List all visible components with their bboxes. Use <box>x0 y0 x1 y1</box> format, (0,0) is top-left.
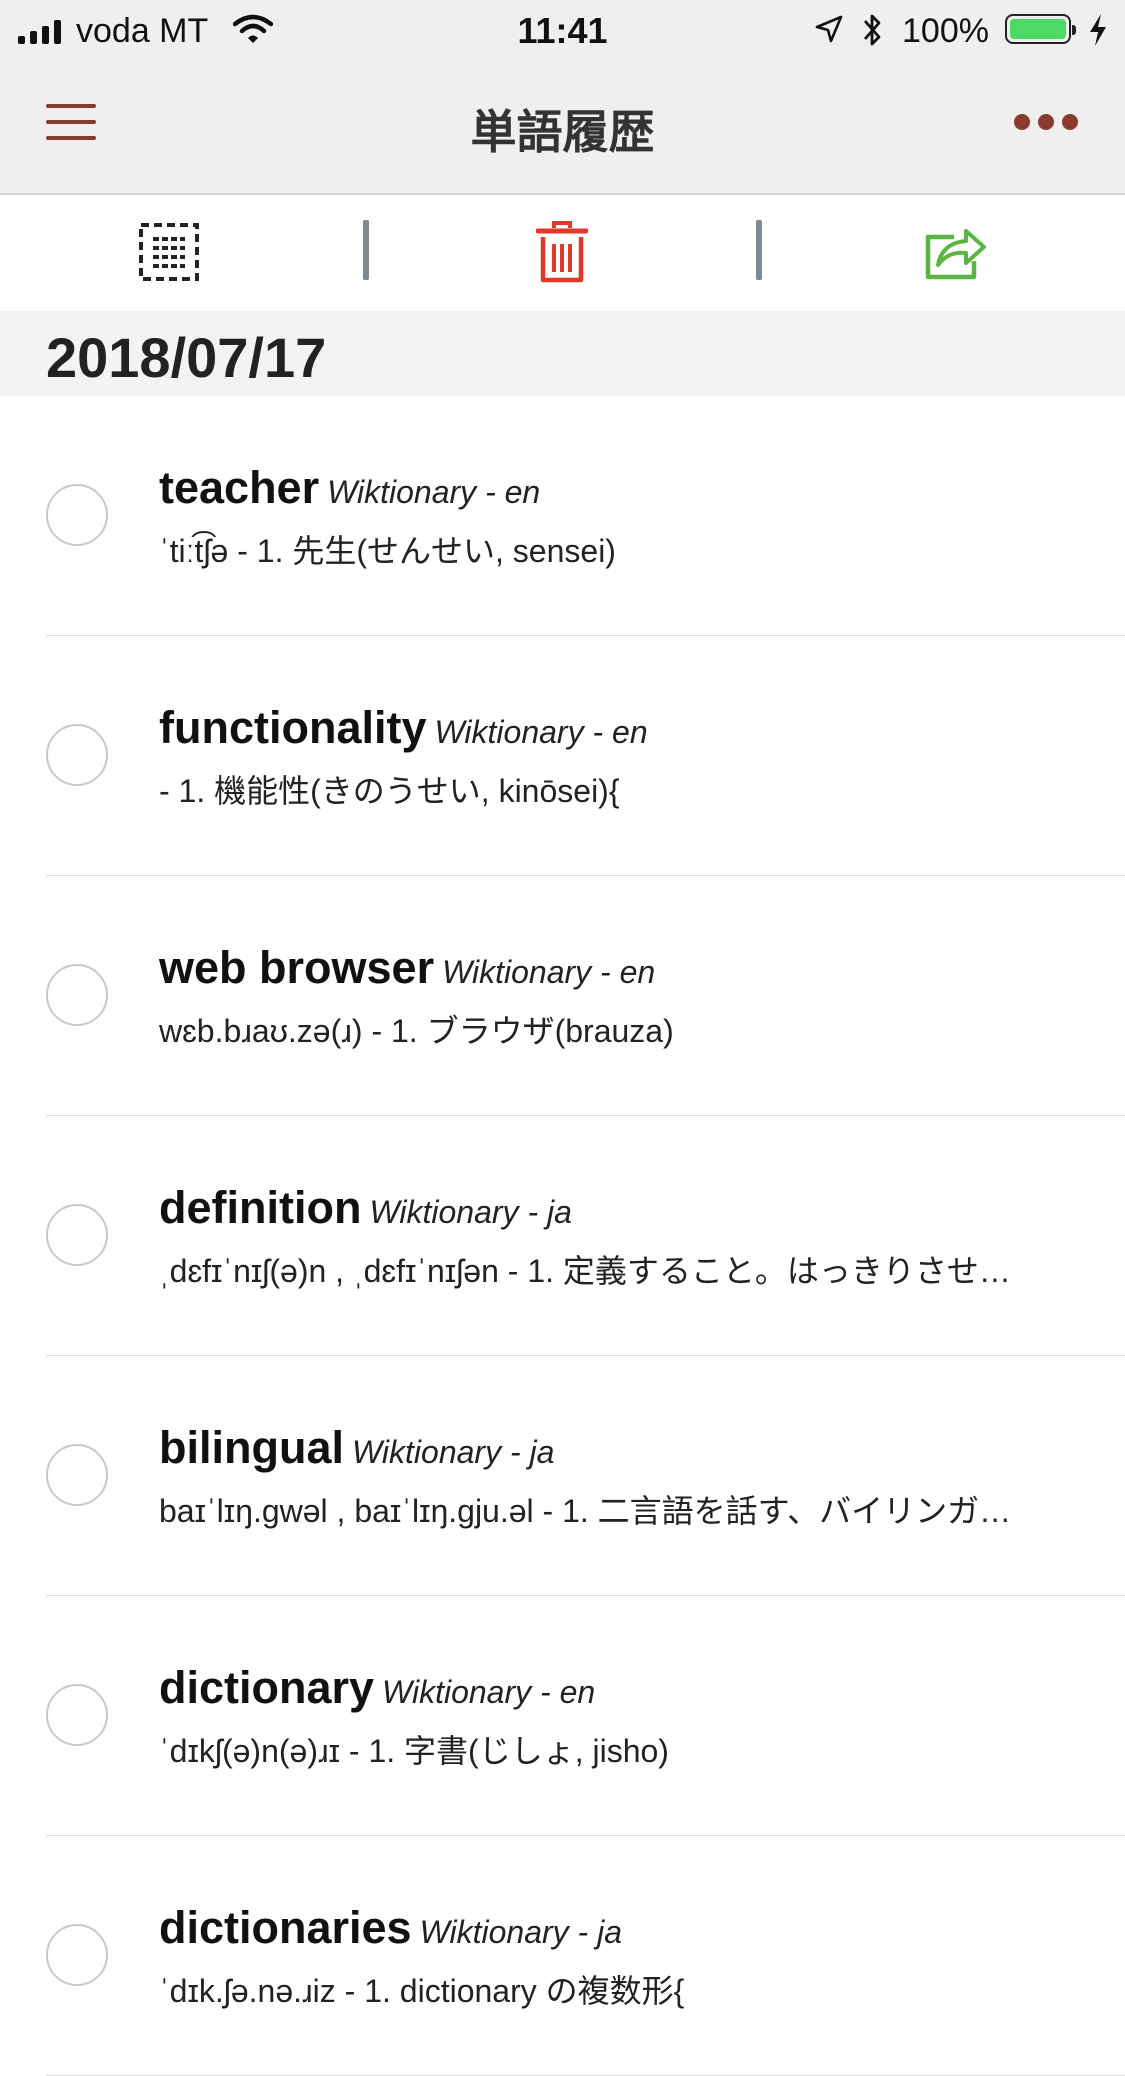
entry-definition: ˈtiːt͡ʃə - 1. 先生(せんせい, sensei) <box>159 533 616 569</box>
entry-definition: ˌdɛfɪˈnɪʃ(ə)n , ˌdɛfɪˈnɪʃən - 1. 定義すること。… <box>159 1253 1011 1289</box>
select-checkbox[interactable] <box>46 1684 108 1746</box>
entry-source: Wiktionary - ja <box>419 1914 622 1950</box>
status-bar: voda MT 11:41 100% <box>0 0 1125 62</box>
toolbar-divider <box>756 220 762 280</box>
entry-word: dictionaries <box>159 1902 412 1953</box>
entry-source: Wiktionary - en <box>434 714 648 750</box>
battery-percent: 100% <box>902 12 989 50</box>
entry-word: web browser <box>159 942 435 993</box>
charging-bolt-icon <box>1090 14 1106 46</box>
history-item[interactable]: bilingual Wiktionary - ja baɪˈlɪŋ.ɡwəl , … <box>46 1356 1125 1596</box>
entry-word: dictionary <box>159 1662 375 1713</box>
top-bar: voda MT 11:41 100% 単語履歴 <box>0 0 1125 195</box>
date-section-header: 2018/07/17 <box>0 311 1125 396</box>
battery-fill <box>1010 19 1066 39</box>
select-checkbox[interactable] <box>46 1204 108 1266</box>
entry-word: functionality <box>159 702 427 753</box>
entry-word: definition <box>159 1182 362 1233</box>
entry-source: Wiktionary - en <box>382 1674 596 1710</box>
bluetooth-icon <box>863 14 881 46</box>
history-item[interactable]: dictionaries Wiktionary - ja ˈdɪk.ʃə.nə.ɹ… <box>46 1836 1125 2076</box>
history-item[interactable]: web browser Wiktionary - en wɛb.bɹaʊ.zə(ɹ… <box>46 876 1125 1116</box>
entry-word: bilingual <box>159 1422 344 1473</box>
toolbar-divider <box>363 220 369 280</box>
battery-icon <box>1005 14 1076 44</box>
share-icon[interactable] <box>924 221 986 281</box>
entry-word: teacher <box>159 462 320 513</box>
location-icon <box>815 15 843 43</box>
history-item[interactable]: definition Wiktionary - ja ˌdɛfɪˈnɪʃ(ə)n … <box>46 1116 1125 1356</box>
history-item[interactable]: functionality Wiktionary - en - 1. 機能性(きの… <box>46 636 1125 876</box>
history-date: 2018/07/17 <box>46 326 327 389</box>
entry-source: Wiktionary - en <box>442 954 656 990</box>
entry-source: Wiktionary - ja <box>352 1434 555 1470</box>
dashed-list-icon[interactable] <box>138 222 200 282</box>
history-item[interactable]: teacher Wiktionary - en ˈtiːt͡ʃə - 1. 先生(… <box>46 396 1125 636</box>
more-options-button[interactable] <box>1014 114 1078 130</box>
entry-definition: - 1. 機能性(きのうせい, kinōsei){ <box>159 773 620 809</box>
entry-source: Wiktionary - ja <box>369 1194 572 1230</box>
entry-definition: ˈdɪk.ʃə.nə.ɹiz - 1. dictionary の複数形{ <box>159 1973 685 2009</box>
entry-definition: ˈdɪkʃ(ə)n(ə)ɹɪ - 1. 字書(じしょ, jisho) <box>159 1733 669 1769</box>
select-checkbox[interactable] <box>46 1444 108 1506</box>
select-checkbox[interactable] <box>46 1924 108 1986</box>
page-title: 単語履歴 <box>470 106 655 158</box>
history-list: teacher Wiktionary - en ˈtiːt͡ʃə - 1. 先生(… <box>0 396 1125 2076</box>
select-checkbox[interactable] <box>46 964 108 1026</box>
history-item[interactable]: dictionary Wiktionary - en ˈdɪkʃ(ə)n(ə)ɹɪ… <box>46 1596 1125 1836</box>
entry-definition: baɪˈlɪŋ.ɡwəl , baɪˈlɪŋ.ɡju.əl - 1. 二言語を話… <box>159 1493 1012 1529</box>
entry-definition: wɛb.bɹaʊ.zə(ɹ) - 1. ブラウザ(brauza) <box>159 1013 674 1049</box>
trash-icon[interactable] <box>536 220 588 284</box>
entry-source: Wiktionary - en <box>327 474 541 510</box>
select-checkbox[interactable] <box>46 724 108 786</box>
select-checkbox[interactable] <box>46 484 108 546</box>
